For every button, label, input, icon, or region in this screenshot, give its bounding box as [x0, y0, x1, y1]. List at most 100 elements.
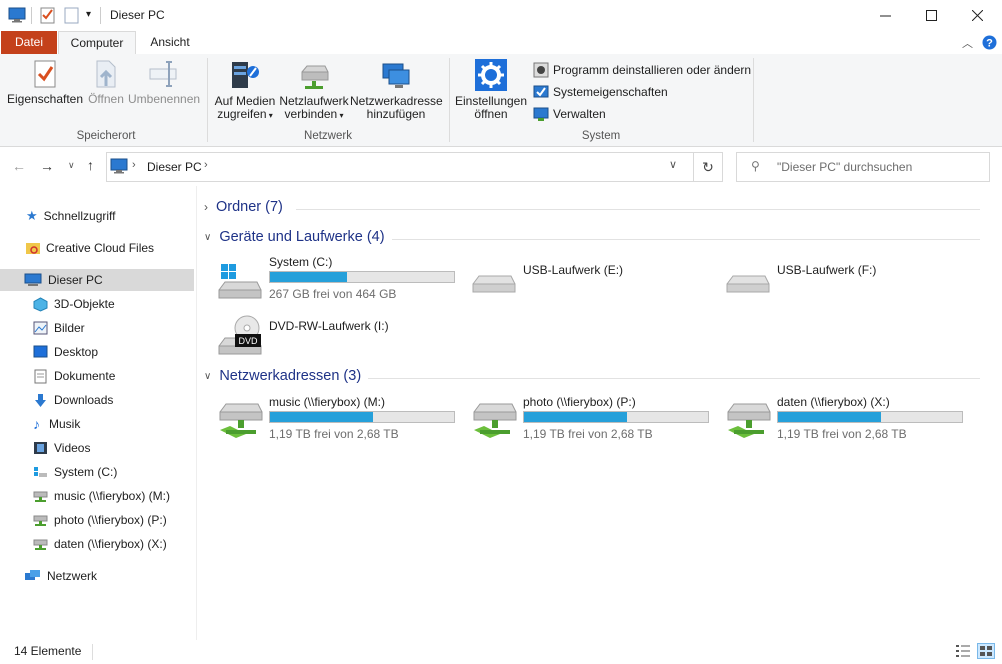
properties-qat-icon[interactable]: [40, 7, 56, 24]
network-drive-icon: [301, 65, 329, 89]
collapse-ribbon-icon[interactable]: ︿: [962, 35, 973, 51]
open-button[interactable]: Öffnen: [84, 58, 128, 106]
group-divider: [392, 239, 980, 240]
address-dropdown-icon[interactable]: ∨: [669, 158, 677, 171]
group-divider: [296, 209, 980, 210]
back-arrow-icon: ←: [12, 158, 26, 174]
drive-tile-dvd-i[interactable]: DVD DVD-RW-Laufwerk (I:): [214, 310, 464, 360]
group-header-netzwerkadressen[interactable]: ∨ Netzwerkadressen (3): [204, 368, 361, 384]
add-network-location-button[interactable]: Netzwerkadresse hinzufügen: [350, 58, 443, 121]
new-folder-qat-icon[interactable]: [64, 7, 80, 24]
network-drive-tile-music[interactable]: music (\\fierybox) (M:) 1,19 TB frei von…: [214, 392, 464, 444]
ribbon: Eigenschaften Öffnen Umbenennen Speicher…: [0, 54, 1002, 147]
sidebar-item-photo-p[interactable]: photo (\\fierybox) (P:): [0, 509, 194, 531]
drive-name: System (C:): [269, 255, 333, 269]
maximize-button[interactable]: [908, 0, 954, 31]
breadcrumb-dieser-pc[interactable]: Dieser PC: [147, 160, 202, 174]
minimize-button[interactable]: [862, 0, 908, 31]
network-drive-icon: [33, 491, 48, 502]
address-bar[interactable]: › Dieser PC › ∨: [106, 152, 694, 182]
breadcrumb-separator-icon[interactable]: ›: [204, 159, 208, 171]
forward-button[interactable]: →: [40, 158, 54, 174]
drive-name: DVD-RW-Laufwerk (I:): [269, 319, 389, 333]
network-drive-tile-photo[interactable]: photo (\\fierybox) (P:) 1,19 TB frei von…: [468, 392, 718, 444]
map-drive-label-2: verbinden: [284, 107, 338, 121]
sidebar-item-creative-cloud[interactable]: Creative Cloud Files: [0, 237, 194, 259]
sidebar-item-label: Creative Cloud Files: [46, 241, 155, 255]
sidebar-item-label: Downloads: [54, 393, 114, 407]
system-properties-icon: [533, 85, 549, 98]
ribbon-tabs: Datei Computer Ansicht ︿ ?: [0, 31, 1002, 55]
rename-button[interactable]: Umbenennen: [128, 58, 200, 106]
group-header-ordner[interactable]: › Ordner (7): [204, 199, 283, 215]
sidebar-item-system-c[interactable]: System (C:): [0, 461, 194, 483]
maximize-icon: [925, 10, 937, 21]
tab-computer[interactable]: Computer: [58, 31, 136, 55]
sidebar-item-netzwerk[interactable]: Netzwerk: [0, 565, 194, 587]
sidebar-item-3d-objekte[interactable]: 3D-Objekte: [0, 293, 194, 315]
sidebar-item-bilder[interactable]: Bilder: [0, 317, 194, 339]
tab-ansicht[interactable]: Ansicht: [140, 31, 200, 54]
drive-usage-fill: [778, 412, 882, 422]
system-properties-button[interactable]: Systemeigenschaften: [533, 82, 668, 102]
drive-usage-bar: [777, 411, 963, 423]
rename-label: Umbenennen: [128, 92, 201, 106]
group-title: Ordner (7): [216, 199, 283, 215]
divider: [92, 644, 93, 660]
group-separator: [753, 58, 754, 142]
drive-tile-usb-e[interactable]: USB-Laufwerk (E:): [468, 252, 718, 304]
sidebar-item-desktop[interactable]: Desktop: [0, 341, 194, 363]
usb-drive-icon: [726, 275, 770, 293]
network-drive-tile-daten[interactable]: daten (\\fierybox) (X:) 1,19 TB frei von…: [722, 392, 972, 444]
forward-arrow-icon: →: [40, 158, 54, 174]
drive-tile-system-c[interactable]: System (C:) 267 GB frei von 464 GB: [214, 252, 464, 304]
up-button[interactable]: ↑: [87, 157, 94, 173]
status-item-count: 14 Elemente: [14, 644, 82, 658]
help-icon[interactable]: ?: [982, 35, 997, 50]
tab-datei[interactable]: Datei: [1, 31, 57, 54]
map-network-drive-button[interactable]: Netzlaufwerk verbinden ▾: [278, 58, 350, 122]
drive-usage-fill: [270, 412, 374, 422]
network-drive-icon: [473, 403, 517, 438]
large-icons-view-icon[interactable]: [977, 643, 995, 659]
creative-cloud-folder-icon: [26, 243, 40, 254]
refresh-icon: ↻: [702, 158, 714, 175]
sidebar-item-dokumente[interactable]: Dokumente: [0, 365, 194, 387]
search-box[interactable]: ⚲ "Dieser PC" durchsuchen: [736, 152, 990, 182]
sidebar-item-schnellzugriff[interactable]: ★ Schnellzugriff: [0, 205, 194, 227]
sidebar-item-label: Musik: [49, 417, 81, 431]
manage-label: Verwalten: [553, 107, 606, 121]
open-settings-button[interactable]: Einstellungen öffnen: [452, 58, 530, 121]
minimize-icon: [879, 15, 891, 17]
recent-locations-button[interactable]: ∨: [68, 160, 75, 171]
chevron-down-icon: ∨: [68, 160, 75, 170]
group-header-geraete[interactable]: ∨ Geräte und Laufwerke (4): [204, 229, 385, 245]
sidebar-item-downloads[interactable]: Downloads: [0, 389, 194, 411]
media-access-button[interactable]: Auf Medien zugreifen ▾: [212, 58, 278, 122]
sidebar-item-videos[interactable]: Videos: [0, 437, 194, 459]
drive-usage-fill: [270, 272, 348, 282]
properties-button[interactable]: Eigenschaften: [6, 58, 84, 106]
search-input[interactable]: "Dieser PC" durchsuchen: [777, 160, 912, 174]
back-button[interactable]: ←: [12, 158, 26, 174]
uninstall-program-button[interactable]: Programm deinstallieren oder ändern: [533, 60, 751, 80]
drive-free-space: 1,19 TB frei von 2,68 TB: [777, 427, 907, 441]
3d-objects-icon: [33, 296, 48, 312]
sidebar-item-daten-x[interactable]: daten (\\fierybox) (X:): [0, 533, 194, 555]
details-view-icon[interactable]: [955, 644, 971, 658]
drive-tile-usb-f[interactable]: USB-Laufwerk (F:): [722, 252, 972, 304]
manage-button[interactable]: Verwalten: [533, 104, 606, 124]
sidebar-item-musik[interactable]: ♪ Musik: [0, 413, 194, 435]
close-button[interactable]: [954, 0, 1000, 31]
videos-icon: [34, 442, 47, 454]
svg-text:?: ?: [986, 38, 993, 50]
computer-icon: [8, 7, 26, 23]
computer-icon: [24, 273, 42, 286]
qat-dropdown-icon[interactable]: ▾: [86, 9, 91, 20]
drive-free-space: 1,19 TB frei von 2,68 TB: [523, 427, 653, 441]
refresh-button[interactable]: ↻: [694, 152, 723, 182]
sidebar-item-music-m[interactable]: music (\\fierybox) (M:): [0, 485, 194, 507]
sidebar-item-dieser-pc[interactable]: Dieser PC: [0, 269, 194, 291]
network-drive-icon: [727, 403, 771, 438]
downloads-arrow-icon: [35, 393, 46, 407]
